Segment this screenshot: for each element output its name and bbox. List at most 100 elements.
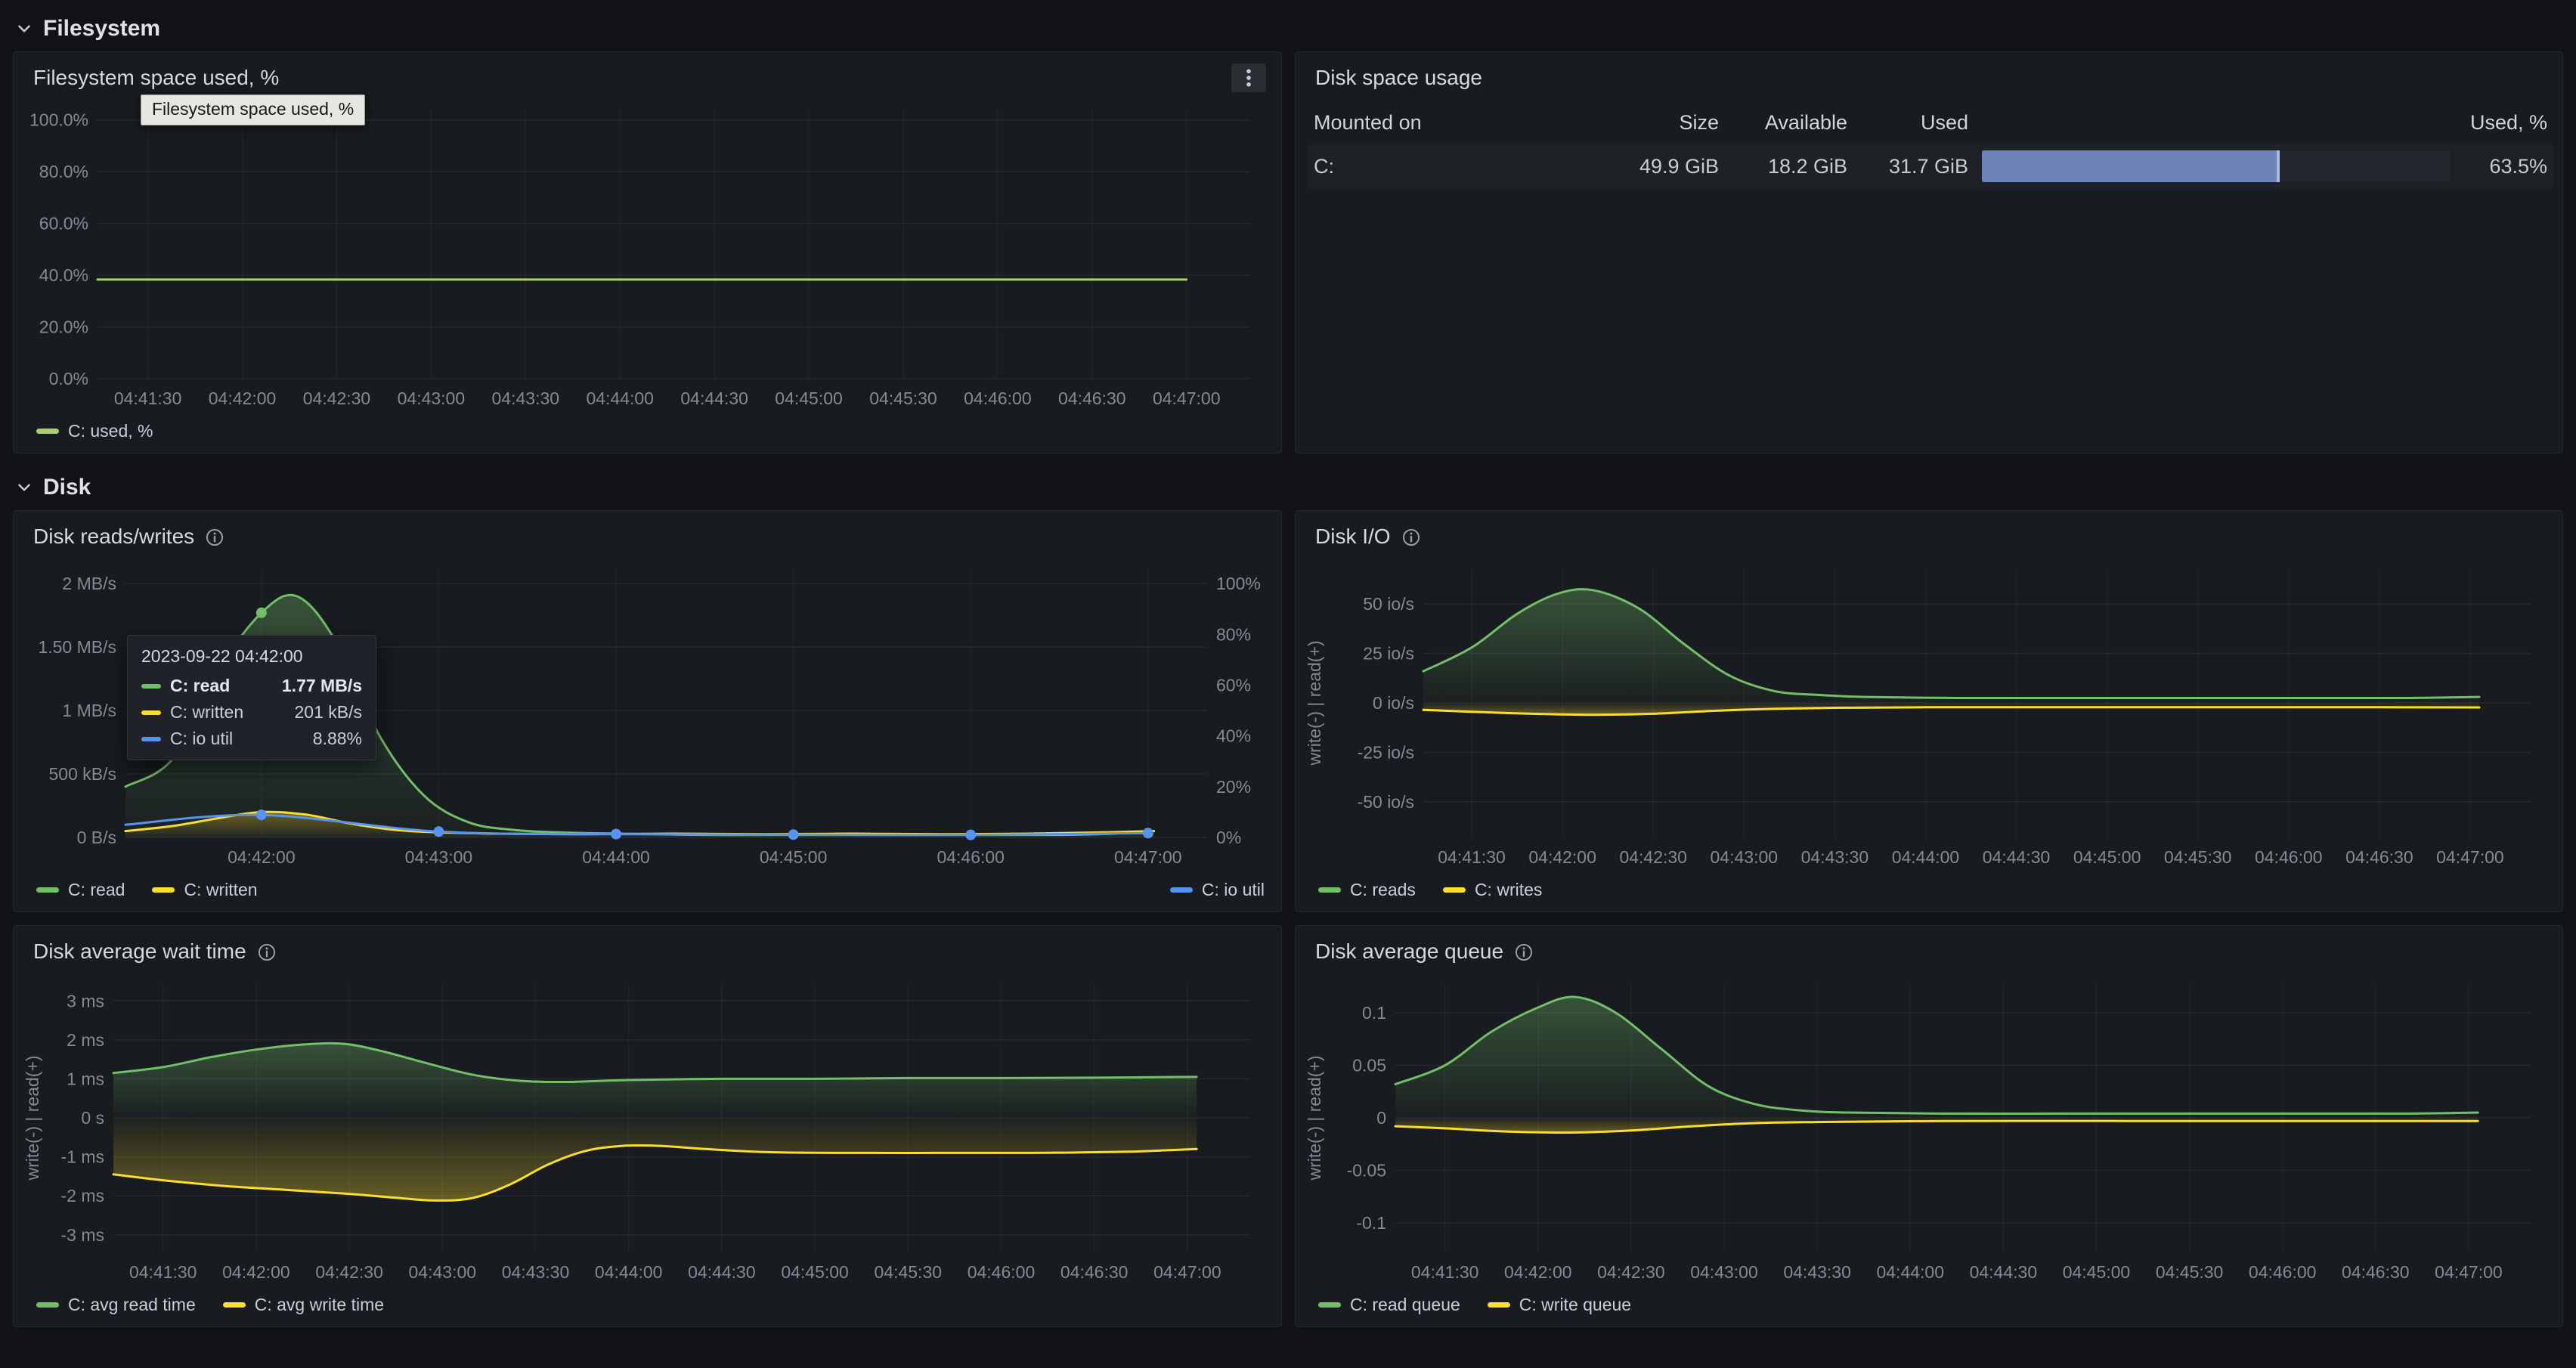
legend-item-c-read[interactable]: C: read [36,880,125,900]
svg-text:04:42:30: 04:42:30 [1597,1262,1665,1282]
info-icon[interactable] [257,942,277,962]
dashboard: Filesystem Filesystem space used, % File… [0,0,2576,1327]
svg-text:04:46:30: 04:46:30 [2342,1262,2410,1282]
svg-text:0 B/s: 0 B/s [77,828,116,847]
svg-text:04:42:30: 04:42:30 [303,388,371,408]
legend-item-avg-write-time[interactable]: C: avg write time [223,1295,384,1315]
svg-text:04:45:00: 04:45:00 [2073,847,2141,867]
legend-label: C: written [184,880,257,900]
series-swatch [1170,887,1193,893]
svg-text:20.0%: 20.0% [39,317,88,337]
svg-text:60.0%: 60.0% [39,214,88,234]
svg-text:04:42:00: 04:42:00 [1504,1262,1572,1282]
svg-text:1.50 MB/s: 1.50 MB/s [38,637,116,657]
row-disk-1: Disk reads/writes 2023-09-22 04:42:00 C:… [13,510,2563,912]
svg-text:20%: 20% [1216,777,1251,797]
svg-text:04:43:30: 04:43:30 [492,388,560,408]
series-swatch [1318,1302,1341,1308]
panel-header: Disk I/O [1296,511,2562,555]
series-swatch [36,887,59,893]
series-swatch [141,710,161,715]
cell-size: 49.9 GiB [1590,155,1719,178]
svg-text:04:46:30: 04:46:30 [2345,847,2413,867]
legend: C: reads C: writes [1303,872,2552,911]
info-icon[interactable] [1401,528,1421,547]
section-header-filesystem[interactable]: Filesystem [13,8,2563,51]
panel-title[interactable]: Disk average queue [1315,939,1503,964]
panel-title[interactable]: Disk average wait time [33,939,246,964]
legend-item-c-written[interactable]: C: written [152,880,257,900]
svg-text:-1 ms: -1 ms [61,1147,105,1167]
svg-text:-3 ms: -3 ms [61,1225,105,1245]
info-icon[interactable] [205,528,224,547]
tooltip-row: C: io util 8.88% [141,729,362,749]
legend-item-c-io-util[interactable]: C: io util [1170,880,1265,900]
legend-item-c-used[interactable]: C: used, % [36,421,153,441]
svg-text:0 s: 0 s [81,1108,104,1128]
svg-text:0 io/s: 0 io/s [1373,693,1414,713]
col-header-mounted-on[interactable]: Mounted on [1314,111,1590,135]
svg-text:04:45:00: 04:45:00 [760,847,828,867]
tooltip-row: C: read 1.77 MB/s [141,676,362,696]
svg-text:04:46:00: 04:46:00 [2249,1262,2317,1282]
svg-text:04:45:00: 04:45:00 [781,1262,849,1282]
svg-text:04:46:00: 04:46:00 [2255,847,2323,867]
legend-item-avg-read-time[interactable]: C: avg read time [36,1295,196,1315]
legend-label: C: io util [1202,880,1265,900]
svg-text:04:45:30: 04:45:30 [875,1262,943,1282]
tooltip-timestamp: 2023-09-22 04:42:00 [141,646,362,667]
chart-disk-avg-wait[interactable]: 3 ms2 ms1 ms0 s-1 ms-2 ms-3 ms04:41:3004… [21,971,1271,1287]
svg-text:04:44:00: 04:44:00 [1876,1262,1944,1282]
panel-title[interactable]: Disk I/O [1315,525,1391,549]
svg-text:80%: 80% [1216,624,1251,644]
svg-text:04:43:00: 04:43:00 [1690,1262,1758,1282]
table-header-row: Mounted on Size Available Used Used, % [1308,101,2553,144]
svg-text:-2 ms: -2 ms [61,1186,105,1206]
chart-filesystem-space-used[interactable]: 100.0%80.0%60.0%40.0%20.0%0.0%04:41:3004… [21,97,1271,413]
legend: C: used, % [21,413,1271,453]
legend-label: C: used, % [68,421,153,441]
legend-label: C: write queue [1519,1295,1631,1315]
tooltip-row: C: written 201 kB/s [141,702,362,723]
section-title: Disk [43,475,91,500]
col-header-size[interactable]: Size [1590,111,1719,135]
svg-text:04:44:00: 04:44:00 [586,388,654,408]
series-swatch [36,1302,59,1308]
svg-text:04:44:30: 04:44:30 [680,388,748,408]
chart-disk-avg-queue[interactable]: 0.10.050-0.05-0.104:41:3004:42:0004:42:3… [1303,971,2552,1287]
svg-text:04:44:30: 04:44:30 [1983,847,2051,867]
svg-text:04:42:30: 04:42:30 [1619,847,1687,867]
svg-text:write(-) | read(+): write(-) | read(+) [1305,640,1324,766]
series-swatch [141,737,161,741]
cell-available: 18.2 GiB [1719,155,1847,178]
panel-body: 0.10.050-0.05-0.104:41:3004:42:0004:42:3… [1296,970,2562,1326]
legend-item-c-writes[interactable]: C: writes [1443,880,1542,900]
col-header-used-pct[interactable]: Used, % [2458,111,2547,135]
panel-menu-button[interactable] [1231,63,1266,92]
chevron-down-icon [14,478,34,497]
panel-disk-reads-writes: Disk reads/writes 2023-09-22 04:42:00 C:… [13,510,1282,912]
section-header-disk[interactable]: Disk [13,466,2563,510]
legend-item-write-queue[interactable]: C: write queue [1488,1295,1631,1315]
disk-usage-table: Mounted on Size Available Used Used, % C… [1296,96,2562,188]
series-swatch [152,887,175,893]
gauge-track [1982,150,2451,182]
svg-text:04:46:30: 04:46:30 [1058,388,1126,408]
svg-text:0.05: 0.05 [1352,1056,1386,1076]
info-icon[interactable] [1514,942,1534,962]
svg-text:04:43:30: 04:43:30 [1801,847,1869,867]
panel-title[interactable]: Disk reads/writes [33,525,194,549]
kebab-icon [1237,67,1260,89]
svg-text:04:42:00: 04:42:00 [222,1262,290,1282]
svg-text:04:42:00: 04:42:00 [1528,847,1596,867]
svg-text:0%: 0% [1216,828,1241,847]
panel-title[interactable]: Filesystem space used, % [33,66,279,90]
panel-title[interactable]: Disk space usage [1315,66,1482,90]
chart-disk-io[interactable]: 50 io/s25 io/s0 io/s-25 io/s-50 io/s04:4… [1303,556,2552,872]
legend-item-c-reads[interactable]: C: reads [1318,880,1416,900]
col-header-available[interactable]: Available [1719,111,1847,135]
panel-disk-avg-wait: Disk average wait time 3 ms2 ms1 ms0 s-1… [13,925,1282,1327]
svg-text:write(-) | read(+): write(-) | read(+) [1305,1055,1324,1181]
legend-item-read-queue[interactable]: C: read queue [1318,1295,1460,1315]
col-header-used[interactable]: Used [1847,111,1968,135]
